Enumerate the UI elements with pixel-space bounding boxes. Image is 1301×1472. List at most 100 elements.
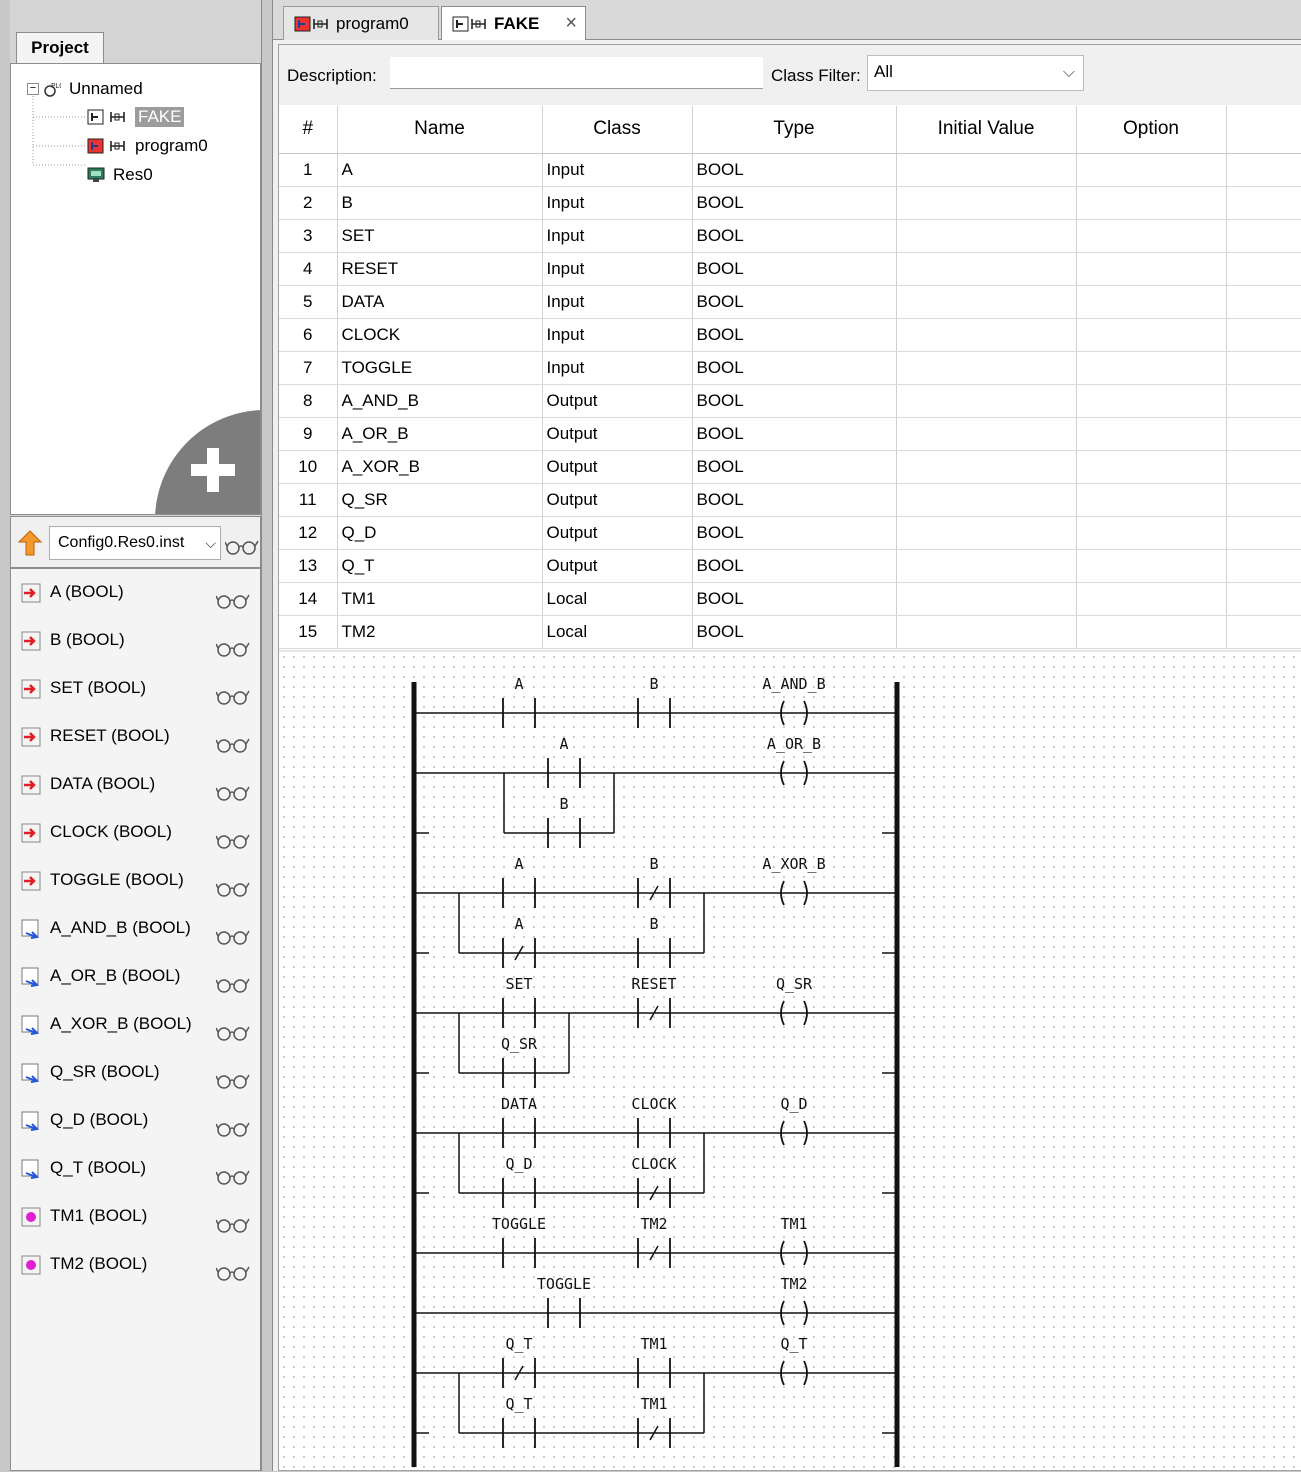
coil-label[interactable]: TM1 bbox=[780, 1215, 807, 1233]
cell-class[interactable]: Local bbox=[542, 582, 693, 616]
table-row[interactable]: 9 A_OR_B Output BOOL bbox=[279, 417, 1301, 451]
cell-type[interactable]: BOOL bbox=[692, 516, 897, 550]
cell-initial-value[interactable] bbox=[896, 384, 1077, 418]
cell-type[interactable]: BOOL bbox=[692, 186, 897, 220]
table-row[interactable]: 15 TM2 Local BOOL bbox=[279, 615, 1301, 649]
coil-label[interactable]: A_AND_B bbox=[762, 675, 825, 693]
column-header-initial-value[interactable]: Initial Value bbox=[896, 106, 1077, 154]
cell-option[interactable] bbox=[1076, 417, 1227, 451]
cell-name[interactable]: TM1 bbox=[337, 582, 543, 616]
cell-type[interactable]: BOOL bbox=[692, 483, 897, 517]
contact-label[interactable]: TM1 bbox=[640, 1335, 667, 1353]
cell-name[interactable]: A_OR_B bbox=[337, 417, 543, 451]
debug-variable-item[interactable]: A (BOOL) bbox=[11, 569, 260, 617]
contact-label[interactable]: B bbox=[649, 915, 658, 933]
glasses-icon[interactable] bbox=[216, 641, 250, 657]
cell-name[interactable]: SET bbox=[337, 219, 543, 253]
tab-fake[interactable]: FAKE × bbox=[441, 6, 586, 40]
debug-variable-item[interactable]: B (BOOL) bbox=[11, 617, 260, 665]
glasses-icon[interactable] bbox=[216, 593, 250, 609]
arrow-up-icon[interactable] bbox=[17, 529, 43, 557]
contact-label[interactable]: Q_T bbox=[505, 1395, 532, 1413]
glasses-icon[interactable] bbox=[225, 539, 259, 555]
cell-type[interactable]: BOOL bbox=[692, 351, 897, 385]
coil-label[interactable]: A_XOR_B bbox=[762, 855, 825, 873]
cell-option[interactable] bbox=[1076, 318, 1227, 352]
cell-type[interactable]: BOOL bbox=[692, 417, 897, 451]
contact-label[interactable]: Q_T bbox=[505, 1335, 532, 1353]
cell-class[interactable]: Output bbox=[542, 483, 693, 517]
coil-label[interactable]: TM2 bbox=[780, 1275, 807, 1293]
cell-class[interactable]: Input bbox=[542, 186, 693, 220]
coil-label[interactable]: Q_SR bbox=[776, 975, 813, 993]
glasses-icon[interactable] bbox=[216, 689, 250, 705]
cell-name[interactable]: Q_T bbox=[337, 549, 543, 583]
column-header-class[interactable]: Class bbox=[542, 106, 693, 154]
glasses-icon[interactable] bbox=[216, 1265, 250, 1281]
glasses-icon[interactable] bbox=[216, 785, 250, 801]
contact-label[interactable]: A bbox=[514, 915, 523, 933]
table-row[interactable]: 2 B Input BOOL bbox=[279, 186, 1301, 220]
tree-item-program0[interactable]: program0 bbox=[87, 133, 208, 159]
cell-type[interactable]: BOOL bbox=[692, 582, 897, 616]
coil-label[interactable]: Q_D bbox=[780, 1095, 807, 1113]
cell-type[interactable]: BOOL bbox=[692, 615, 897, 649]
contact-label[interactable]: A bbox=[514, 855, 523, 873]
debug-variable-item[interactable]: Q_SR (BOOL) bbox=[11, 1049, 260, 1097]
cell-type[interactable]: BOOL bbox=[692, 252, 897, 286]
contact-label[interactable]: A bbox=[559, 735, 568, 753]
debug-variable-item[interactable]: TM2 (BOOL) bbox=[11, 1241, 260, 1289]
cell-name[interactable]: RESET bbox=[337, 252, 543, 286]
glasses-icon[interactable] bbox=[216, 833, 250, 849]
tree-item-res0[interactable]: Res0 bbox=[87, 162, 153, 188]
table-row[interactable]: 5 DATA Input BOOL bbox=[279, 285, 1301, 319]
glasses-icon[interactable] bbox=[216, 881, 250, 897]
cell-name[interactable]: Q_D bbox=[337, 516, 543, 550]
cell-class[interactable]: Local bbox=[542, 615, 693, 649]
cell-option[interactable] bbox=[1076, 615, 1227, 649]
add-button[interactable] bbox=[155, 410, 260, 514]
cell-option[interactable] bbox=[1076, 285, 1227, 319]
debug-variable-item[interactable]: A_AND_B (BOOL) bbox=[11, 905, 260, 953]
cell-type[interactable]: BOOL bbox=[692, 153, 897, 187]
cell-initial-value[interactable] bbox=[896, 318, 1077, 352]
coil-label[interactable]: A_OR_B bbox=[767, 735, 821, 753]
table-row[interactable]: 8 A_AND_B Output BOOL bbox=[279, 384, 1301, 418]
cell-initial-value[interactable] bbox=[896, 417, 1077, 451]
contact-label[interactable]: B bbox=[649, 855, 658, 873]
contact-label[interactable]: DATA bbox=[501, 1095, 537, 1113]
cell-option[interactable] bbox=[1076, 483, 1227, 517]
cell-initial-value[interactable] bbox=[896, 516, 1077, 550]
cell-name[interactable]: A_AND_B bbox=[337, 384, 543, 418]
contact-label[interactable]: B bbox=[649, 675, 658, 693]
debug-variable-item[interactable]: CLOCK (BOOL) bbox=[11, 809, 260, 857]
contact-label[interactable]: TOGGLE bbox=[537, 1275, 591, 1293]
cell-class[interactable]: Input bbox=[542, 351, 693, 385]
tab-program0[interactable]: program0 bbox=[283, 6, 439, 40]
cell-type[interactable]: BOOL bbox=[692, 219, 897, 253]
table-row[interactable]: 13 Q_T Output BOOL bbox=[279, 549, 1301, 583]
cell-name[interactable]: TM2 bbox=[337, 615, 543, 649]
cell-option[interactable] bbox=[1076, 219, 1227, 253]
contact-label[interactable]: RESET bbox=[631, 975, 676, 993]
cell-option[interactable] bbox=[1076, 252, 1227, 286]
class-filter-select[interactable]: All ⌵ bbox=[867, 55, 1084, 91]
contact-label[interactable]: TM2 bbox=[640, 1215, 667, 1233]
cell-class[interactable]: Output bbox=[542, 450, 693, 484]
cell-option[interactable] bbox=[1076, 186, 1227, 220]
glasses-icon[interactable] bbox=[216, 1217, 250, 1233]
table-row[interactable]: 14 TM1 Local BOOL bbox=[279, 582, 1301, 616]
debug-variable-item[interactable]: Q_D (BOOL) bbox=[11, 1097, 260, 1145]
cell-name[interactable]: B bbox=[337, 186, 543, 220]
tab-project[interactable]: Project bbox=[16, 32, 104, 64]
contact-label[interactable]: TM1 bbox=[640, 1395, 667, 1413]
cell-initial-value[interactable] bbox=[896, 285, 1077, 319]
debug-variable-item[interactable]: DATA (BOOL) bbox=[11, 761, 260, 809]
contact-label[interactable]: CLOCK bbox=[631, 1155, 676, 1173]
close-icon[interactable]: × bbox=[565, 7, 577, 39]
cell-option[interactable] bbox=[1076, 384, 1227, 418]
cell-name[interactable]: A bbox=[337, 153, 543, 187]
contact-label[interactable]: B bbox=[559, 795, 568, 813]
cell-class[interactable]: Input bbox=[542, 219, 693, 253]
cell-name[interactable]: CLOCK bbox=[337, 318, 543, 352]
